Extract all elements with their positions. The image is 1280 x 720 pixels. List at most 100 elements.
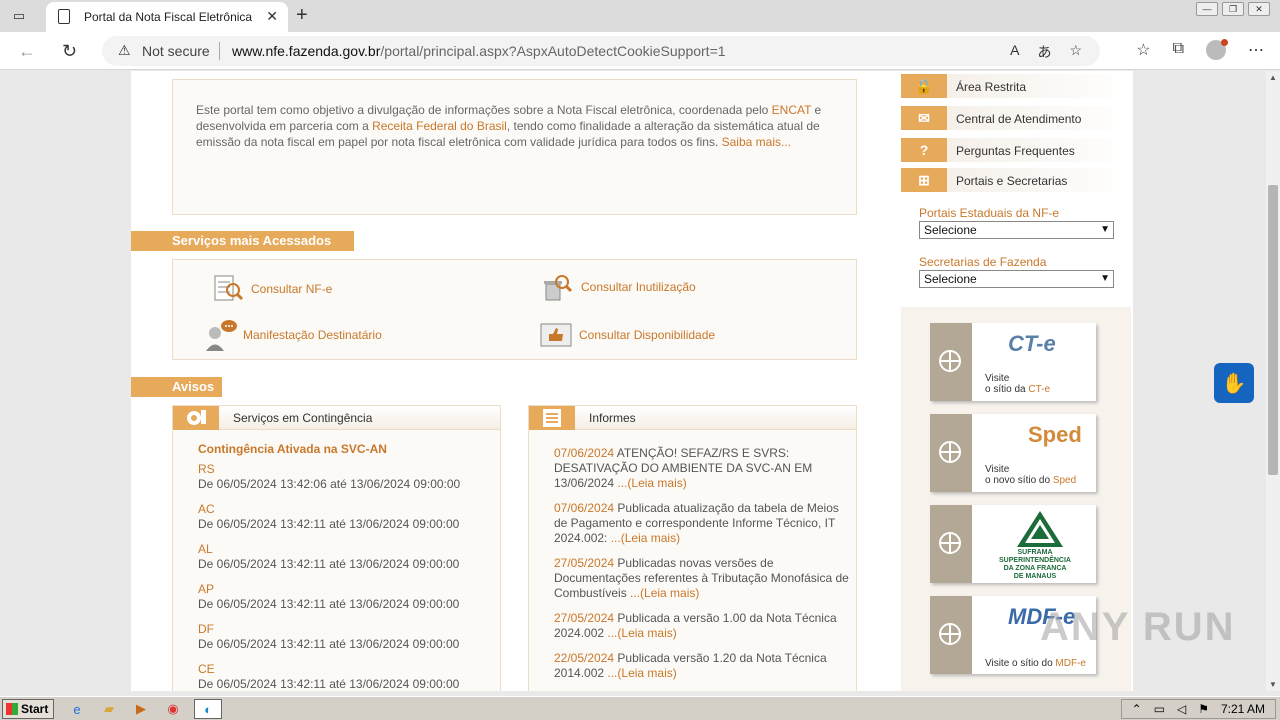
new-tab-icon[interactable]: + [296,4,308,27]
leia-mais-link[interactable]: ...(Leia mais) [607,666,676,680]
promo-side [930,596,972,674]
secretarias-select[interactable]: Selecione ▼ [919,270,1114,288]
profile-avatar[interactable] [1206,39,1228,60]
media-player-icon[interactable]: ▶ [130,699,152,719]
edge-icon[interactable]: ◐ [194,699,222,719]
cte-line2: o sítio da [985,384,1029,395]
accessibility-hands-icon[interactable]: ✋ [1214,363,1254,403]
contingencia-item: CE De 06/05/2024 13:42:11 até 13/06/2024 … [198,662,459,691]
volume-icon[interactable]: ◁ [1177,702,1186,716]
close-window-icon[interactable]: ✕ [1248,2,1270,16]
network-icon[interactable]: ▭ [1154,702,1165,716]
consultar-nfe-link[interactable]: Consultar NF-e [211,272,332,306]
area-restrita-link[interactable]: 🔒 Área Restrita [901,74,1131,98]
back-icon[interactable]: ← [18,41,36,62]
saiba-mais-link[interactable]: Saiba mais... [722,135,791,149]
receita-link[interactable]: Receita Federal do Brasil [372,119,507,133]
informes-header: Informes [529,406,856,430]
chevron-down-icon: ▼ [1100,224,1110,235]
flag-icon[interactable]: ⚑ [1198,702,1209,716]
suframa-line3: DE MANAUS [1013,573,1057,580]
read-aloud-icon[interactable]: A [1010,42,1019,62]
contingencia-header: Serviços em Contingência [173,406,500,430]
informe-date: 07/06/2024 [554,446,615,460]
suframa-triangle-icon [1017,511,1063,547]
perguntas-frequentes-link[interactable]: ? Perguntas Frequentes [901,138,1131,162]
minimize-icon[interactable]: — [1196,2,1218,16]
central-atendimento-link[interactable]: ✉ Central de Atendimento [901,106,1131,130]
scroll-down-icon[interactable]: ▼ [1269,680,1277,689]
state-code: AP [198,582,215,596]
browser-tab[interactable]: Portal da Nota Fiscal Eletrônica ✕ [46,2,288,32]
informe-date: 22/05/2024 [554,651,615,665]
state-code: AL [198,542,213,556]
manifestacao-destinatario-label: Manifestação Destinatário [243,328,382,342]
leia-mais-link[interactable]: ...(Leia mais) [607,626,676,640]
browser-tools: ☆ ⧉ ⋯ [1136,39,1264,60]
scroll-up-icon[interactable]: ▲ [1269,73,1277,82]
leia-mais-link[interactable]: ...(Leia mais) [630,586,699,600]
translate-icon[interactable]: あ [1037,42,1051,62]
omnibox-icons: A あ ☆ [1010,42,1082,62]
security-label[interactable]: Not secure [142,43,210,59]
suframa-banner[interactable]: SUFRAMA SUPERINTENDÊNCIA DA ZONA FRANCA DE … [930,505,1096,583]
collections-icon[interactable]: ⧉ [1173,40,1184,60]
scrollbar-thumb[interactable] [1268,185,1278,475]
consultar-inutilizacao-link[interactable]: Consultar Inutilização [541,270,696,304]
sped-banner[interactable]: Sped Visite o novo sítio do Sped [930,414,1096,492]
consultar-disponibilidade-link[interactable]: Consultar Disponibilidade [539,318,715,352]
portais-secretarias-link[interactable]: ⊞ Portais e Secretarias [901,168,1131,192]
cte-logo: CT-e [1008,331,1056,356]
tab-actions-icon[interactable]: ▭ [8,6,30,26]
reload-icon[interactable]: ↻ [62,41,77,62]
encat-link[interactable]: ENCAT [772,103,812,117]
secretarias-label: Secretarias de Fazenda [919,255,1047,269]
portais-select-value: Selecione [924,223,977,237]
contingencia-item: DF De 06/05/2024 13:42:11 até 13/06/2024 … [198,622,459,652]
leia-mais-link[interactable]: ...(Leia mais) [617,476,686,490]
contingencia-item: AC De 06/05/2024 13:42:11 até 13/06/2024 … [198,502,459,532]
informe-item: 27/05/2024 Publicadas novas versões de D… [554,556,850,601]
close-tab-icon[interactable]: ✕ [266,8,278,25]
favorites-icon[interactable]: ☆ [1136,40,1150,60]
clock[interactable]: 7:21 AM [1221,702,1265,716]
cte-banner[interactable]: CT-e Visite o sítio da CT-e [930,323,1096,401]
start-button[interactable]: Start [2,699,54,719]
globe-icon [939,441,961,463]
watermark: ANY RUN [1040,605,1236,649]
page-scrollbar[interactable]: ▲ ▼ [1266,71,1280,691]
consultar-nfe-label: Consultar NF-e [251,282,333,296]
folder-icon[interactable]: ▰ [98,699,120,719]
url-path: /portal/principal.aspx?AspxAutoDetectCoo… [380,43,726,59]
portais-estaduais-select[interactable]: Selecione ▼ [919,221,1114,239]
sped-line2: o novo sítio do [985,475,1053,486]
address-bar[interactable]: ⚠ Not secure www.nfe.fazenda.gov.br/port… [102,36,1100,66]
quick-launch: e ▰ ▶ ◉ ◐ [66,699,222,719]
add-favorite-icon[interactable]: ☆ [1069,42,1082,62]
thumbs-up-screen-icon [540,323,572,347]
informe-date: 27/05/2024 [554,611,615,625]
promo-side [930,323,972,401]
question-icon: ? [901,138,947,162]
suframa-line2: DA ZONA FRANCA [1003,565,1067,572]
manifestacao-destinatario-link[interactable]: Manifestação Destinatário [203,318,382,352]
more-menu-icon[interactable]: ⋯ [1248,40,1264,60]
gear-icon [173,406,219,430]
consultar-inutilizacao-label: Consultar Inutilização [581,280,696,294]
globe-icon [939,532,961,554]
restore-icon[interactable]: ❐ [1222,2,1244,16]
state-code: RS [198,462,215,476]
secretarias-select-value: Selecione [924,272,977,286]
address-toolbar: ← ↻ ⚠ Not secure www.nfe.fazenda.gov.br/… [0,32,1280,70]
informe-date: 07/06/2024 [554,501,615,515]
informes-title: Informes [589,411,636,425]
ie-icon[interactable]: e [66,699,88,719]
page-icon [58,9,70,24]
warning-icon[interactable]: ⚠ [118,42,131,59]
chrome-icon[interactable]: ◉ [162,699,184,719]
tray-up-icon[interactable]: ⌃ [1132,702,1142,716]
url-domain: www.nfe.fazenda.gov.br [232,43,381,59]
leia-mais-link[interactable]: ...(Leia mais) [611,531,680,545]
url-text[interactable]: www.nfe.fazenda.gov.br/portal/principal.… [232,43,726,59]
contingencia-subtitle: Contingência Ativada na SVC-AN [198,442,387,456]
